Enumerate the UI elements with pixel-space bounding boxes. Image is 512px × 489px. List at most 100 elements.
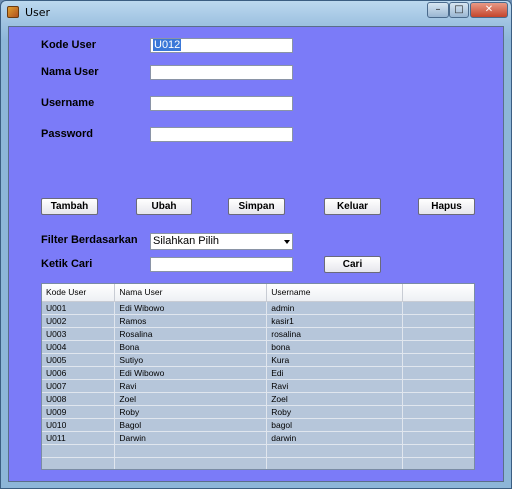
- table-cell[interactable]: U008: [42, 392, 116, 406]
- table-cell[interactable]: Rosalina: [114, 327, 268, 341]
- table-cell[interactable]: rosalina: [266, 327, 404, 341]
- table-cell[interactable]: U011: [42, 431, 116, 445]
- user-window: User – □ ✕ Kode User U012 Nama User User…: [0, 0, 512, 489]
- table-cell[interactable]: [402, 301, 474, 315]
- form-client-area: Kode User U012 Nama User Username Passwo…: [8, 26, 504, 482]
- table-row[interactable]: U007 Ravi Ravi: [42, 379, 474, 393]
- table-cell[interactable]: U010: [42, 418, 116, 432]
- table-cell[interactable]: U007: [42, 379, 116, 393]
- maximize-button[interactable]: □: [449, 2, 469, 18]
- simpan-button[interactable]: Simpan: [228, 198, 285, 215]
- table-row[interactable]: U003 Rosalina rosalina: [42, 327, 474, 341]
- user-data-grid[interactable]: Kode User Nama User Username U001 Edi Wib…: [41, 283, 475, 470]
- search-input[interactable]: [150, 257, 293, 272]
- table-cell[interactable]: [402, 392, 474, 406]
- kode-user-value: U012: [153, 39, 182, 51]
- table-row[interactable]: U011 Darwin darwin: [42, 431, 474, 445]
- table-cell[interactable]: U003: [42, 327, 116, 341]
- table-cell[interactable]: Zoel: [266, 392, 404, 406]
- table-cell[interactable]: Edi Wibowo: [114, 366, 268, 380]
- table-row[interactable]: [42, 444, 474, 458]
- table-cell[interactable]: [42, 444, 116, 458]
- table-cell[interactable]: [402, 379, 474, 393]
- nama-user-label: Nama User: [41, 66, 99, 78]
- table-cell[interactable]: bagol: [266, 418, 404, 432]
- table-cell[interactable]: [402, 314, 474, 328]
- username-field[interactable]: [150, 96, 293, 111]
- table-row[interactable]: [42, 457, 474, 469]
- table-cell[interactable]: Roby: [266, 405, 404, 419]
- table-cell[interactable]: Darwin: [114, 431, 268, 445]
- table-cell[interactable]: [266, 444, 404, 458]
- table-row[interactable]: U006 Edi Wibowo Edi: [42, 366, 474, 380]
- dropdown-arrow-icon[interactable]: [284, 240, 290, 244]
- table-row[interactable]: U009 Roby Roby: [42, 405, 474, 419]
- table-cell[interactable]: darwin: [266, 431, 404, 445]
- table-row[interactable]: U008 Zoel Zoel: [42, 392, 474, 406]
- column-header-empty[interactable]: [402, 284, 474, 302]
- table-row[interactable]: U004 Bona bona: [42, 340, 474, 354]
- table-cell[interactable]: [114, 457, 268, 469]
- table-cell[interactable]: Sutiyo: [114, 353, 268, 367]
- table-cell[interactable]: Ramos: [114, 314, 268, 328]
- hapus-button[interactable]: Hapus: [418, 198, 475, 215]
- table-cell[interactable]: [42, 457, 116, 469]
- table-row[interactable]: U001 Edi Wibowo admin: [42, 301, 474, 315]
- table-cell[interactable]: U005: [42, 353, 116, 367]
- table-cell[interactable]: U004: [42, 340, 116, 354]
- table-cell[interactable]: U001: [42, 301, 116, 315]
- column-header-kode-user[interactable]: Kode User: [42, 284, 116, 302]
- table-cell[interactable]: Ravi: [266, 379, 404, 393]
- table-header-row: Kode User Nama User Username: [42, 284, 474, 302]
- table-cell[interactable]: Bona: [114, 340, 268, 354]
- table-cell[interactable]: [114, 444, 268, 458]
- table-cell[interactable]: [402, 457, 474, 469]
- close-button[interactable]: ✕: [470, 2, 508, 18]
- table-cell[interactable]: Zoel: [114, 392, 268, 406]
- password-field[interactable]: [150, 127, 293, 142]
- tambah-button[interactable]: Tambah: [41, 198, 98, 215]
- table-row[interactable]: U005 Sutiyo Kura: [42, 353, 474, 367]
- table-cell[interactable]: Bagol: [114, 418, 268, 432]
- table-cell[interactable]: Kura: [266, 353, 404, 367]
- table-cell[interactable]: [402, 431, 474, 445]
- filter-label: Filter Berdasarkan: [41, 234, 138, 246]
- kode-user-label: Kode User: [41, 39, 97, 51]
- app-icon: [7, 6, 19, 18]
- table-cell[interactable]: Roby: [114, 405, 268, 419]
- table-cell[interactable]: U006: [42, 366, 116, 380]
- nama-user-field[interactable]: [150, 65, 293, 80]
- table-cell[interactable]: [402, 418, 474, 432]
- table-row[interactable]: U002 Ramos kasir1: [42, 314, 474, 328]
- keluar-button[interactable]: Keluar: [324, 198, 381, 215]
- table-cell[interactable]: U002: [42, 314, 116, 328]
- table-cell[interactable]: [402, 353, 474, 367]
- table-cell[interactable]: [402, 340, 474, 354]
- table-cell[interactable]: [266, 457, 404, 469]
- user-table: Kode User Nama User Username U001 Edi Wib…: [42, 284, 474, 469]
- column-header-username[interactable]: Username: [266, 284, 404, 302]
- table-cell[interactable]: kasir1: [266, 314, 404, 328]
- table-row[interactable]: U010 Bagol bagol: [42, 418, 474, 432]
- minimize-button[interactable]: –: [427, 2, 449, 18]
- cari-button[interactable]: Cari: [324, 256, 381, 273]
- search-label: Ketik Cari: [41, 258, 93, 270]
- username-label: Username: [41, 97, 95, 109]
- column-header-nama-user[interactable]: Nama User: [114, 284, 268, 302]
- table-cell[interactable]: [402, 327, 474, 341]
- table-cell[interactable]: [402, 405, 474, 419]
- table-cell[interactable]: [402, 366, 474, 380]
- window-title: User: [25, 6, 51, 19]
- ubah-button[interactable]: Ubah: [136, 198, 192, 215]
- filter-selected-value: Silahkan Pilih: [153, 235, 220, 247]
- table-cell[interactable]: bona: [266, 340, 404, 354]
- table-cell[interactable]: Edi Wibowo: [114, 301, 268, 315]
- kode-user-field[interactable]: U012: [150, 38, 293, 53]
- table-cell[interactable]: [402, 444, 474, 458]
- filter-select[interactable]: Silahkan Pilih: [150, 233, 293, 250]
- table-cell[interactable]: U009: [42, 405, 116, 419]
- table-cell[interactable]: admin: [266, 301, 404, 315]
- title-bar[interactable]: User – □ ✕: [1, 1, 511, 25]
- table-cell[interactable]: Edi: [266, 366, 404, 380]
- table-cell[interactable]: Ravi: [114, 379, 268, 393]
